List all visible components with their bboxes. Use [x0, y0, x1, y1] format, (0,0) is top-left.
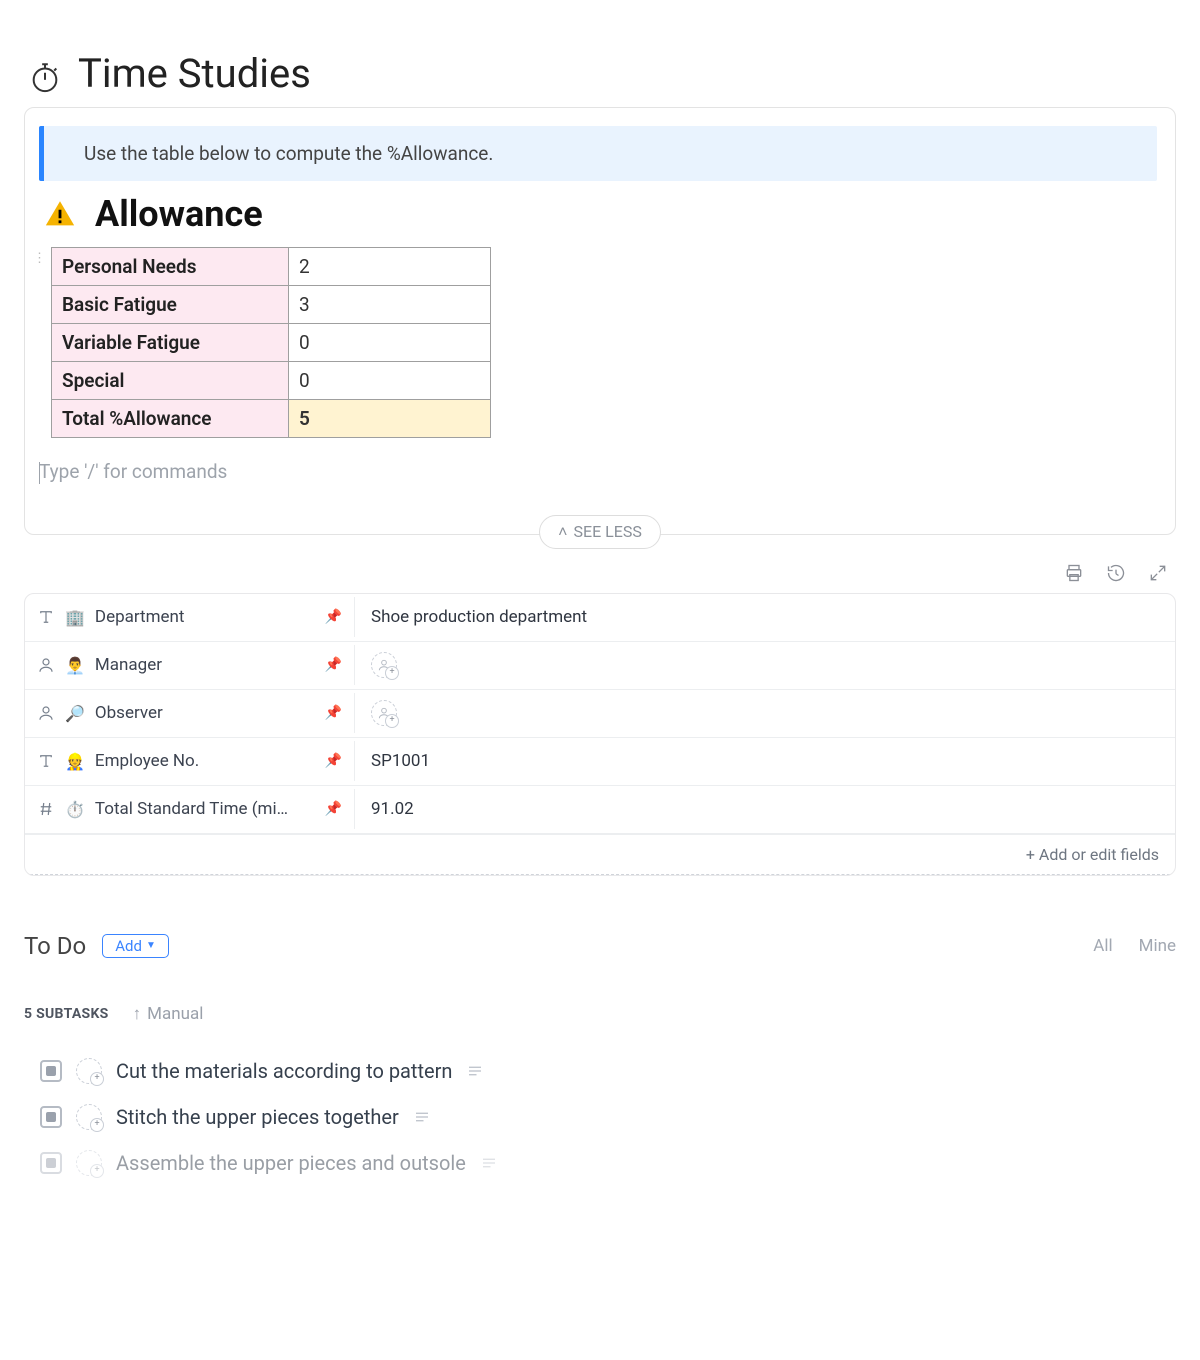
checkbox[interactable] — [40, 1060, 62, 1082]
assignee-empty-icon[interactable] — [371, 700, 397, 726]
checkbox[interactable] — [40, 1106, 62, 1128]
info-banner: Use the table below to compute the %Allo… — [39, 126, 1157, 181]
allowance-row-value[interactable]: 2 — [289, 248, 491, 286]
subtask-title: Stitch the upper pieces together — [116, 1105, 399, 1129]
history-icon[interactable] — [1106, 563, 1126, 583]
stopwatch-icon — [28, 57, 62, 91]
table-row[interactable]: Basic Fatigue3 — [52, 286, 491, 324]
allowance-row-value[interactable]: 3 — [289, 286, 491, 324]
text-type-icon — [37, 752, 55, 770]
card-toolbar — [24, 563, 1168, 583]
allowance-card: Use the table below to compute the %Allo… — [24, 107, 1176, 535]
drag-handle-icon[interactable]: ⋮⋮ — [33, 247, 49, 263]
sort-mode-label: Manual — [147, 1004, 203, 1024]
allowance-heading: Allowance — [43, 193, 1163, 235]
page-title: Time Studies — [28, 50, 1176, 97]
table-row[interactable]: Variable Fatigue0 — [52, 324, 491, 362]
allowance-total-label: Total %Allowance — [52, 400, 289, 438]
field-value[interactable] — [355, 642, 1175, 688]
chevron-up-icon: ˄ — [558, 522, 567, 542]
todo-title: To Do — [24, 932, 86, 960]
field-label: Total Standard Time (mi… — [95, 799, 342, 819]
field-value[interactable] — [355, 690, 1175, 736]
see-less-button[interactable]: ˄ SEE LESS — [539, 515, 661, 549]
print-icon[interactable] — [1064, 563, 1084, 583]
field-value[interactable]: 91.02 — [355, 789, 1175, 829]
magnifier-icon: 🔎 — [65, 704, 85, 723]
filter-mine[interactable]: Mine — [1139, 936, 1176, 956]
field-row-observer[interactable]: 🔎 Observer 📌 — [25, 690, 1175, 738]
field-row-department[interactable]: 🏢 Department 📌 Shoe production departmen… — [25, 594, 1175, 642]
subtask-row[interactable]: Stitch the upper pieces together — [40, 1094, 1176, 1140]
description-icon[interactable] — [480, 1154, 498, 1172]
pin-icon[interactable]: 📌 — [325, 801, 342, 817]
add-button-label: Add — [115, 937, 142, 955]
assignee-empty-icon[interactable] — [76, 1104, 102, 1130]
table-row-total[interactable]: Total %Allowance5 — [52, 400, 491, 438]
subtask-row[interactable]: Assemble the upper pieces and outsole — [40, 1140, 1176, 1186]
worker-icon: 👷 — [65, 752, 85, 771]
allowance-row-label: Personal Needs — [52, 248, 289, 286]
field-label: Employee No. — [95, 751, 342, 771]
pin-icon[interactable]: 📌 — [325, 609, 342, 625]
field-label: Observer — [95, 703, 342, 723]
pin-icon[interactable]: 📌 — [325, 753, 342, 769]
see-less-label: SEE LESS — [573, 522, 641, 541]
number-type-icon — [37, 800, 55, 818]
field-value[interactable]: SP1001 — [355, 741, 1175, 781]
table-row[interactable]: Special0 — [52, 362, 491, 400]
caret-down-icon: ▼ — [146, 940, 156, 951]
subtask-title: Assemble the upper pieces and outsole — [116, 1151, 466, 1175]
field-label: Department — [95, 607, 342, 627]
building-icon: 🏢 — [65, 608, 85, 627]
subtasks-count: 5 SUBTASKS — [24, 1006, 109, 1022]
pin-icon[interactable]: 📌 — [325, 705, 342, 721]
description-icon[interactable] — [466, 1062, 484, 1080]
allowance-row-value[interactable]: 0 — [289, 324, 491, 362]
page-title-text: Time Studies — [78, 50, 311, 97]
filter-all[interactable]: All — [1093, 936, 1112, 956]
field-value[interactable]: Shoe production department — [355, 597, 1175, 637]
allowance-table: Personal Needs2 Basic Fatigue3 Variable … — [51, 247, 491, 438]
assignee-empty-icon[interactable] — [371, 652, 397, 678]
person-type-icon — [37, 704, 55, 722]
allowance-row-value[interactable]: 0 — [289, 362, 491, 400]
add-button[interactable]: Add ▼ — [102, 934, 169, 958]
checkbox[interactable] — [40, 1152, 62, 1174]
allowance-total-value: 5 — [289, 400, 491, 438]
allowance-row-label: Basic Fatigue — [52, 286, 289, 324]
allowance-row-label: Variable Fatigue — [52, 324, 289, 362]
subtask-row[interactable]: Cut the materials according to pattern — [40, 1048, 1176, 1094]
assignee-empty-icon[interactable] — [76, 1150, 102, 1176]
warning-icon — [43, 197, 77, 231]
sort-mode-button[interactable]: ↑ Manual — [133, 1004, 204, 1024]
arrow-up-icon: ↑ — [133, 1004, 142, 1024]
person-type-icon — [37, 656, 55, 674]
manager-icon: 👨‍💼 — [65, 656, 85, 675]
table-row[interactable]: Personal Needs2 — [52, 248, 491, 286]
add-edit-fields-button[interactable]: + Add or edit fields — [25, 834, 1175, 875]
command-input[interactable]: Type '/' for commands — [37, 460, 1163, 484]
field-row-total-standard-time[interactable]: ⏱️ Total Standard Time (mi… 📌 91.02 — [25, 786, 1175, 834]
command-placeholder: Type '/' for commands — [39, 460, 227, 483]
stopwatch-sm-icon: ⏱️ — [65, 800, 85, 819]
allowance-row-label: Special — [52, 362, 289, 400]
allowance-heading-text: Allowance — [95, 193, 263, 235]
subtask-title: Cut the materials according to pattern — [116, 1059, 452, 1083]
text-type-icon — [37, 608, 55, 626]
pin-icon[interactable]: 📌 — [325, 657, 342, 673]
field-row-manager[interactable]: 👨‍💼 Manager 📌 — [25, 642, 1175, 690]
custom-fields-panel: 🏢 Department 📌 Shoe production departmen… — [24, 593, 1176, 876]
field-label: Manager — [95, 655, 342, 675]
assignee-empty-icon[interactable] — [76, 1058, 102, 1084]
expand-icon[interactable] — [1148, 563, 1168, 583]
field-row-employee[interactable]: 👷 Employee No. 📌 SP1001 — [25, 738, 1175, 786]
description-icon[interactable] — [413, 1108, 431, 1126]
